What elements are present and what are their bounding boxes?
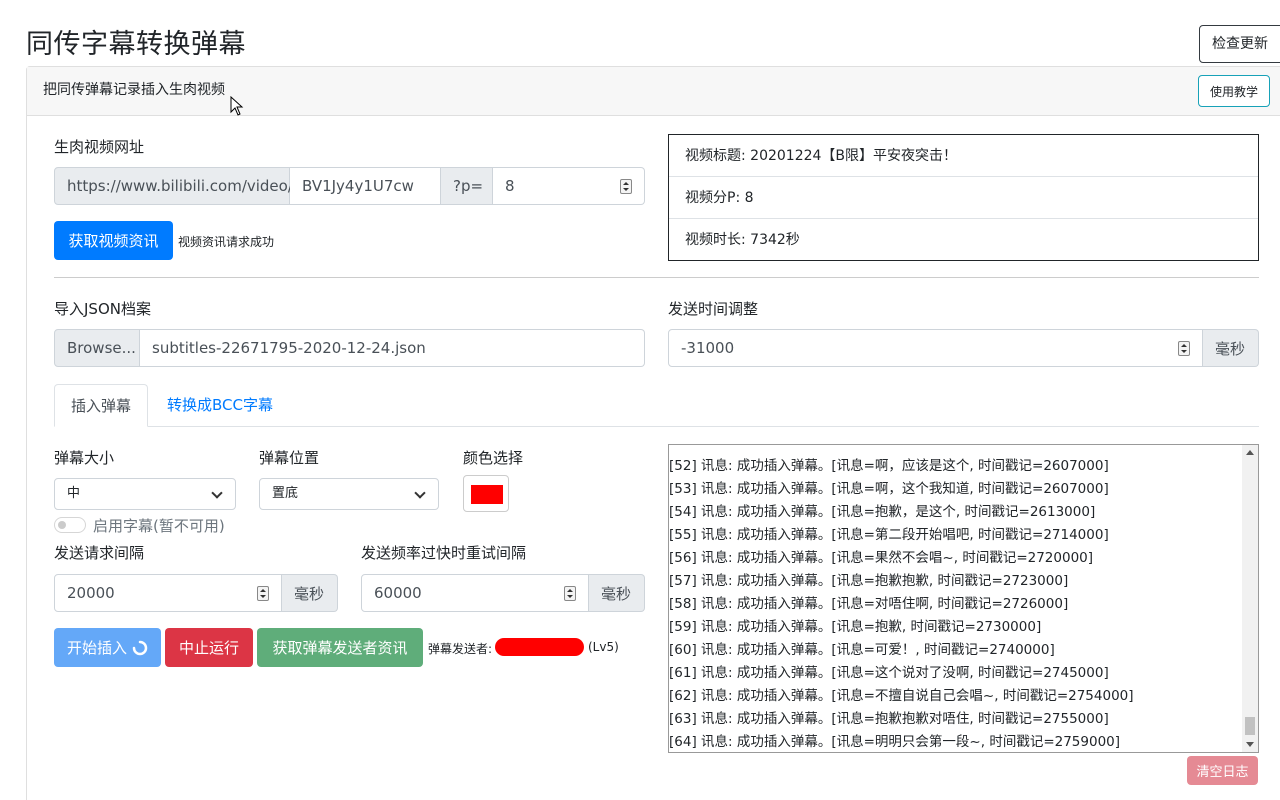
interval-group: 20000 毫秒 [54, 574, 338, 612]
log-line: [58] 讯息: 成功插入弹幕。[讯息=对唔住啊, 时间戳记=2726000] [669, 596, 1069, 612]
chevron-down-icon [211, 487, 223, 499]
tab-bar: 插入弹幕 转换成BCC字幕 [54, 384, 1259, 427]
interval-value: 20000 [67, 584, 115, 602]
tab-convert-bcc[interactable]: 转换成BCC字幕 [151, 384, 289, 427]
log-line: [57] 讯息: 成功插入弹幕。[讯息=抱歉抱歉, 时间戳记=2723000] [669, 573, 1069, 589]
time-adjust-input[interactable]: -31000 [668, 329, 1203, 367]
browse-button[interactable]: Browse... [54, 329, 140, 367]
json-file-group[interactable]: Browse... subtitles-22671795-2020-12-24.… [54, 329, 645, 367]
fetch-video-button[interactable]: 获取视频资讯 [54, 221, 173, 260]
log-line: [55] 讯息: 成功插入弹幕。[讯息=第二段开始唱吧, 时间戳记=271400… [669, 527, 1109, 543]
toggle-knob [58, 521, 66, 529]
card-header: 把同传弹幕记录插入生肉视频 使用教学 [27, 67, 1280, 116]
video-duration-row: 视频时长: 7342秒 [685, 232, 800, 248]
log-line: [63] 讯息: 成功插入弹幕。[讯息=抱歉抱歉对唔住, 时间戳记=275500… [669, 711, 1109, 727]
retry-input[interactable]: 60000 [361, 574, 589, 612]
log-line: [62] 讯息: 成功插入弹幕。[讯息=不擅自说自己会唱~, 时间戳记=2754… [669, 688, 1134, 704]
scroll-thumb[interactable] [1245, 717, 1255, 735]
clear-log-button[interactable]: 清空日志 [1187, 756, 1258, 785]
bvid-input[interactable]: BV1Jy4y1U7cw [290, 167, 441, 205]
url-prefix: https://www.bilibili.com/video/ [54, 167, 293, 205]
tutorial-button[interactable]: 使用教学 [1198, 75, 1270, 107]
divider [54, 277, 1259, 278]
subtitle-toggle-label: 启用字幕(暂不可用) [93, 517, 225, 535]
time-adjust-spinner-icon[interactable] [1178, 341, 1190, 356]
time-adjust-unit: 毫秒 [1203, 329, 1259, 367]
start-insert-label: 开始插入 [66, 639, 127, 657]
interval-unit: 毫秒 [282, 574, 338, 612]
log-scrollbar[interactable] [1242, 445, 1258, 752]
time-adjust-label: 发送时间调整 [668, 300, 759, 318]
subtitle-toggle[interactable] [54, 517, 86, 533]
p-value: 8 [505, 177, 515, 195]
sender-level: (Lv5) [588, 640, 619, 654]
log-line: [59] 讯息: 成功插入弹幕。[讯息=抱歉, 时间戳记=2730000] [669, 619, 1042, 635]
loading-spinner-icon [132, 640, 148, 655]
retry-label: 发送频率过快时重试间隔 [361, 544, 527, 562]
color-picker-button[interactable] [463, 475, 509, 512]
log-box[interactable]: [52] 讯息: 成功插入弹幕。[讯息=啊，应该是这个, 时间戳记=260700… [668, 444, 1259, 753]
video-title-row: 视频标题: 20201224【B限】平安夜突击！ [669, 135, 1258, 177]
retry-spinner-icon[interactable] [564, 586, 576, 601]
fetch-sender-button[interactable]: 获取弹幕发送者资讯 [257, 628, 423, 667]
fetch-status: 视频资讯请求成功 [178, 235, 275, 249]
p-input[interactable]: 8 [493, 167, 645, 205]
scroll-up-icon[interactable] [1246, 450, 1254, 455]
retry-group: 60000 毫秒 [361, 574, 645, 612]
scroll-down-icon[interactable] [1246, 742, 1254, 747]
interval-label: 发送请求间隔 [54, 544, 145, 562]
log-line: [53] 讯息: 成功插入弹幕。[讯息=啊，这个我知道, 时间戳记=260700… [669, 481, 1109, 497]
log-line: [52] 讯息: 成功插入弹幕。[讯息=啊，应该是这个, 时间戳记=260700… [669, 458, 1109, 474]
retry-unit: 毫秒 [589, 574, 645, 612]
mouse-cursor-icon [230, 96, 244, 116]
start-insert-button[interactable]: 开始插入 [54, 628, 161, 667]
video-url-label: 生肉视频网址 [54, 138, 145, 156]
chevron-down-icon [414, 487, 426, 499]
interval-input[interactable]: 20000 [54, 574, 282, 612]
position-value: 置底 [272, 486, 299, 501]
video-info-box: 视频标题: 20201224【B限】平安夜突击！ 视频分P: 8 视频时长: 7… [668, 134, 1259, 261]
log-line: [64] 讯息: 成功插入弹幕。[讯息=明明只会第一段~, 时间戳记=27590… [669, 734, 1121, 750]
size-label: 弹幕大小 [54, 449, 115, 467]
p-label: ?p= [441, 167, 493, 205]
log-line: [54] 讯息: 成功插入弹幕。[讯息=抱歉，是这个, 时间戳记=2613000… [669, 504, 1096, 520]
log-line: [61] 讯息: 成功插入弹幕。[讯息=这个说对了没啊, 时间戳记=274500… [669, 665, 1109, 681]
sender-name-redacted [495, 638, 584, 656]
card-header-title: 把同传弹幕记录插入生肉视频 [43, 82, 225, 98]
sender-label: 弹幕发送者: [428, 642, 493, 656]
color-label: 颜色选择 [463, 449, 524, 467]
log-line: [60] 讯息: 成功插入弹幕。[讯息=可爱！, 时间戳记=2740000] [669, 642, 1055, 658]
log-line: [56] 讯息: 成功插入弹幕。[讯息=果然不会唱~, 时间戳记=2720000… [669, 550, 1094, 566]
retry-value: 60000 [374, 584, 422, 602]
size-select[interactable]: 中 [54, 478, 236, 510]
position-label: 弹幕位置 [259, 449, 320, 467]
tab-insert-danmaku[interactable]: 插入弹幕 [54, 384, 149, 427]
time-adjust-value: -31000 [681, 339, 735, 357]
time-adjust-group: -31000 毫秒 [668, 329, 1259, 367]
size-value: 中 [67, 486, 81, 501]
video-url-group: https://www.bilibili.com/video/ BV1Jy4y1… [54, 167, 645, 205]
json-import-label: 导入JSON档案 [54, 300, 151, 318]
interval-spinner-icon[interactable] [257, 586, 269, 601]
video-parts-row: 视频分P: 8 [669, 177, 1258, 219]
json-filename: subtitles-22671795-2020-12-24.json [140, 329, 645, 367]
stop-button[interactable]: 中止运行 [165, 628, 253, 667]
app-title: 同传字幕转换弹幕 [26, 29, 246, 60]
position-select[interactable]: 置底 [259, 478, 439, 510]
p-spinner-icon[interactable] [620, 179, 632, 194]
check-update-button[interactable]: 检查更新 [1199, 25, 1280, 63]
color-swatch [471, 485, 503, 504]
